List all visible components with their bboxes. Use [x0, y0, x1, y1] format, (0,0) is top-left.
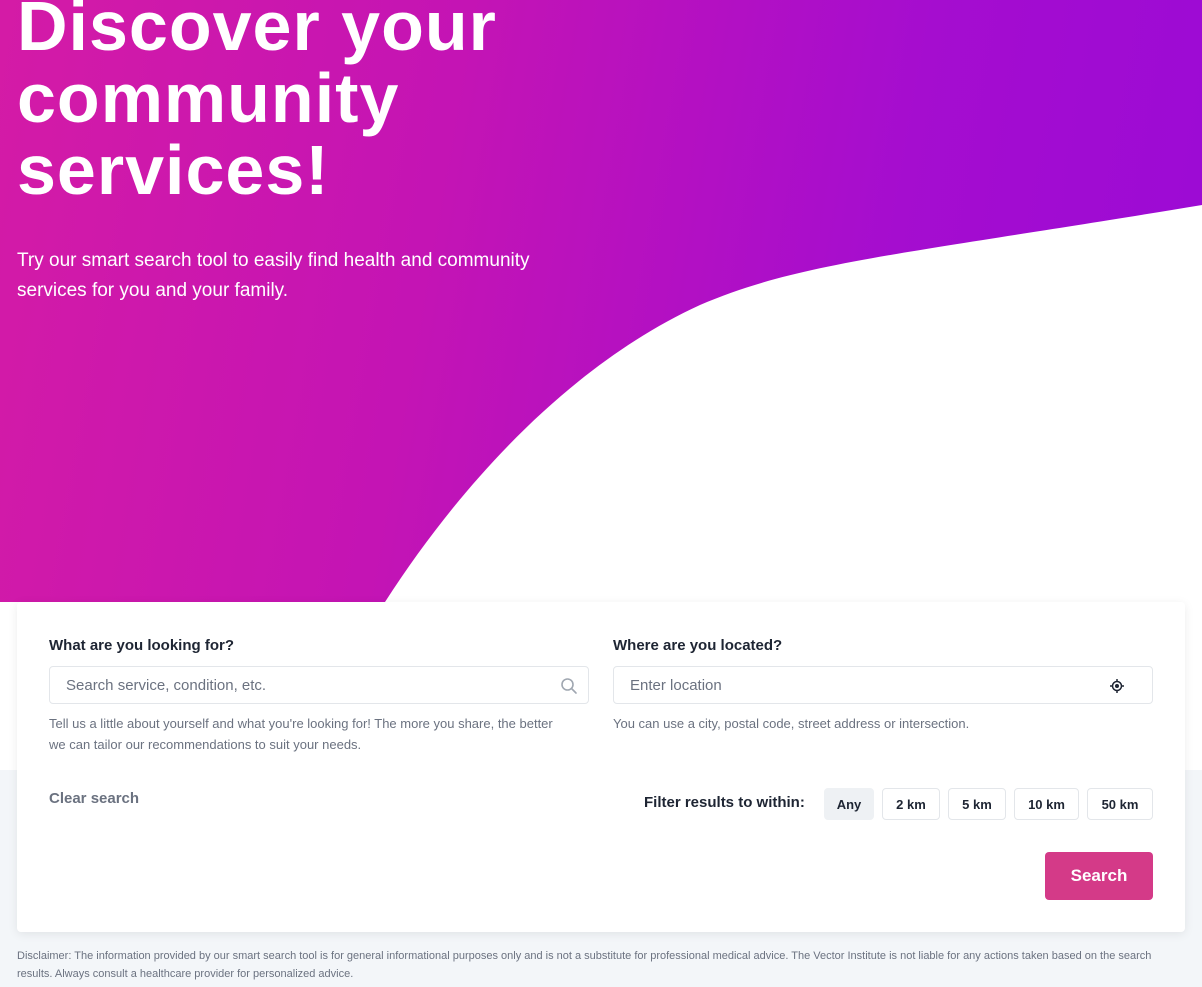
- distance-option-50km[interactable]: 50 km: [1087, 788, 1153, 820]
- hero-subtitle: Try our smart search tool to easily find…: [17, 250, 530, 301]
- distance-option-5km[interactable]: 5 km: [948, 788, 1006, 820]
- what-label: What are you looking for?: [49, 637, 235, 654]
- distance-option-2km[interactable]: 2 km: [882, 788, 940, 820]
- distance-option-10km[interactable]: 10 km: [1014, 788, 1079, 820]
- search-icon: [560, 677, 578, 695]
- search-button[interactable]: Search: [1045, 852, 1153, 900]
- locate-icon[interactable]: [1108, 677, 1126, 695]
- where-label: Where are you located?: [613, 637, 783, 654]
- hero-title: Discover your community services!: [17, 0, 497, 209]
- filter-label: Filter results to within:: [644, 794, 805, 811]
- search-card: What are you looking for? Tell us a litt…: [17, 602, 1185, 932]
- disclaimer-text: Disclaimer: The information provided by …: [17, 950, 1152, 980]
- where-input-box[interactable]: [613, 666, 1153, 704]
- distance-option-any[interactable]: Any: [824, 788, 874, 820]
- what-helper-text: Tell us a little about yourself and what…: [49, 716, 553, 752]
- clear-search-button[interactable]: Clear search: [49, 790, 139, 807]
- where-helper-text: You can use a city, postal code, street …: [613, 716, 970, 731]
- location-input[interactable]: [614, 667, 1152, 703]
- what-input-box[interactable]: [49, 666, 589, 704]
- search-service-input[interactable]: [50, 667, 588, 703]
